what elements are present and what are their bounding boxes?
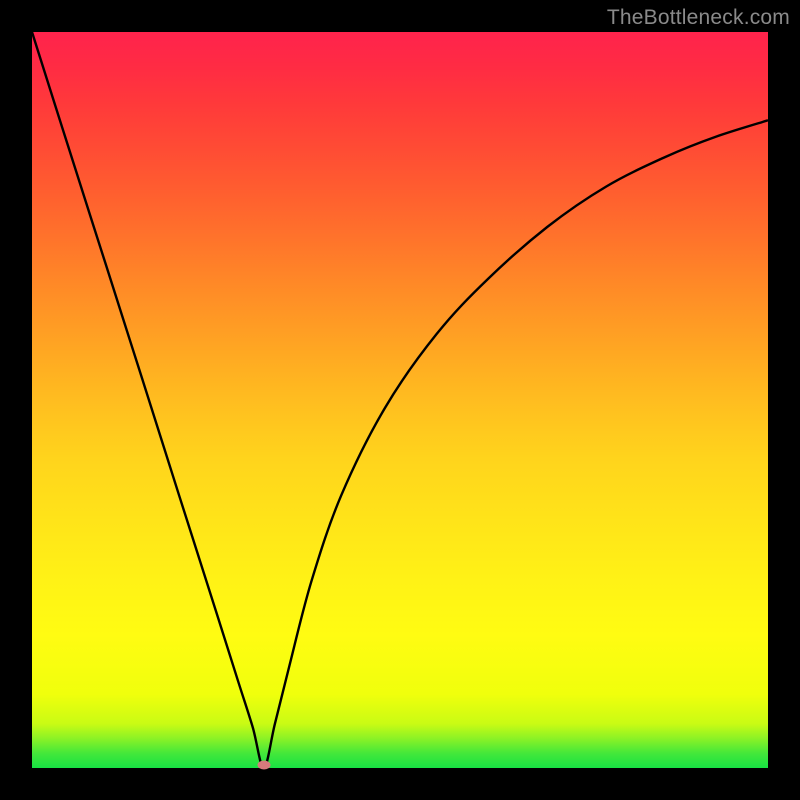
plot-area — [32, 32, 768, 768]
min-marker — [257, 761, 270, 770]
chart-frame: TheBottleneck.com — [0, 0, 800, 800]
bottleneck-curve — [32, 32, 768, 768]
watermark-label: TheBottleneck.com — [607, 6, 790, 30]
curve-path — [32, 32, 768, 768]
